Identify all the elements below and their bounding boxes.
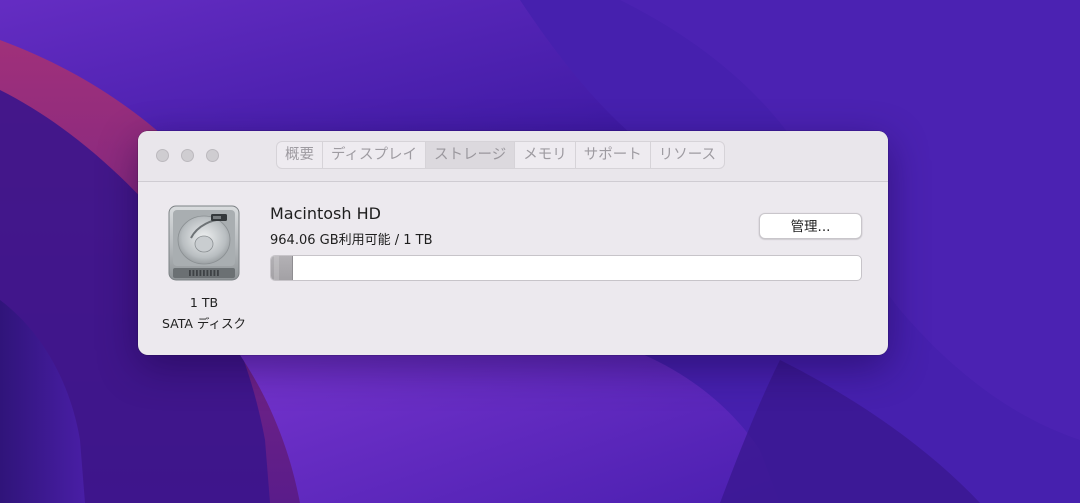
title-bar: 概要 ディスプレイ ストレージ メモリ サポート リソース [138,131,888,182]
disk-size-label: 1 TB [189,295,219,310]
volume-name: Macintosh HD [270,204,381,223]
tab-storage[interactable]: ストレージ [426,142,516,168]
tab-bar: 概要 ディスプレイ ストレージ メモリ サポート リソース [276,141,725,169]
manage-button[interactable]: 管理... [759,213,862,239]
storage-usage-bar [270,255,862,281]
tab-support[interactable]: サポート [576,142,651,168]
storage-used-highlight [274,256,279,280]
minimize-button[interactable] [181,149,194,162]
tab-resources[interactable]: リソース [651,142,724,168]
tab-overview[interactable]: 概要 [277,142,323,168]
zoom-button[interactable] [206,149,219,162]
disk-type-label: SATA ディスク [161,316,247,331]
tab-memory[interactable]: メモリ [515,142,576,168]
storage-used-segment [271,256,294,280]
volume-availability: 964.06 GB利用可能 / 1 TB [270,233,433,248]
close-button[interactable] [156,149,169,162]
hard-drive-icon [168,205,240,281]
desktop: 概要 ディスプレイ ストレージ メモリ サポート リソース 1 TB SATA … [0,0,1080,503]
about-this-mac-window: 概要 ディスプレイ ストレージ メモリ サポート リソース 1 TB SATA … [138,131,888,355]
tab-displays[interactable]: ディスプレイ [323,142,426,168]
